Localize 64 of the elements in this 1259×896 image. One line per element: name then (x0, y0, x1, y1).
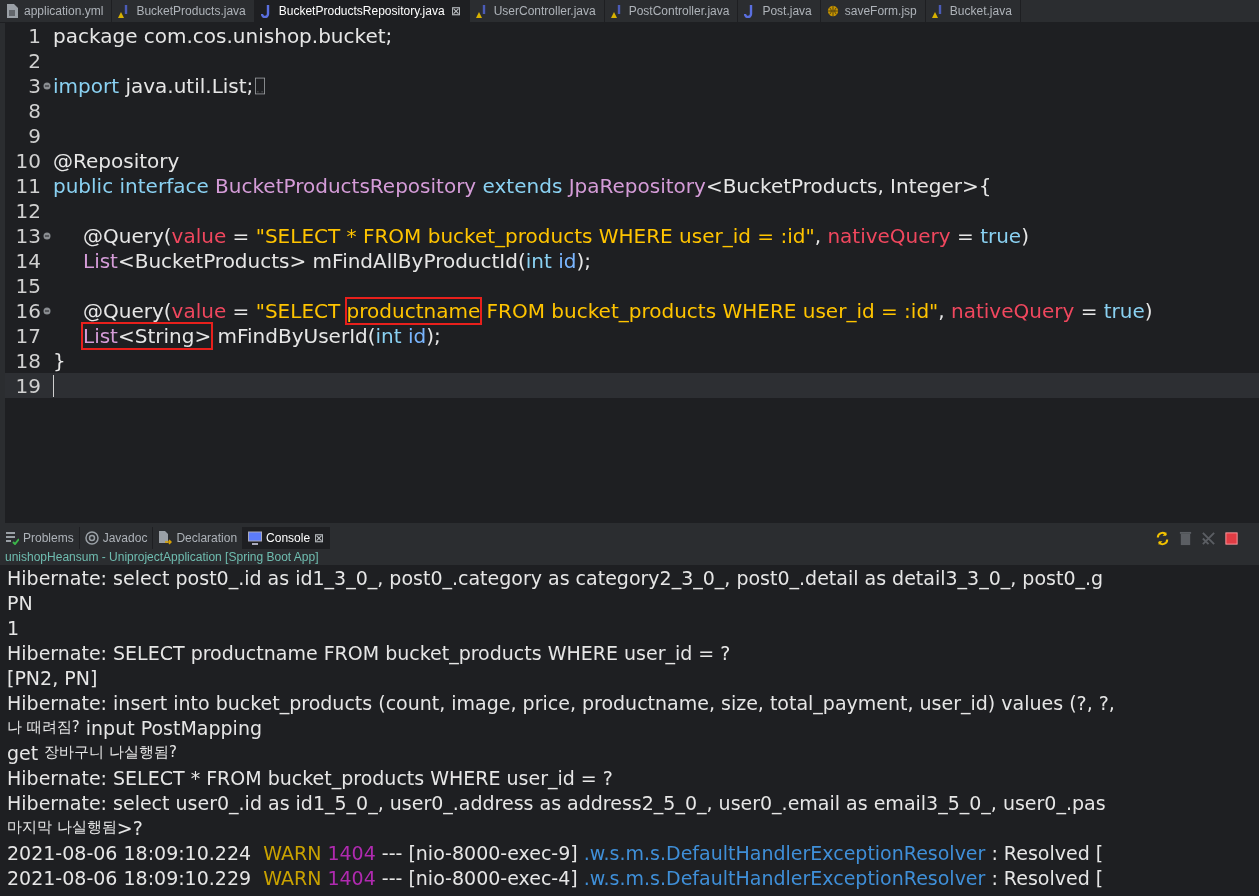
fold-icon[interactable] (43, 81, 51, 90)
java-warning-icon (610, 4, 623, 18)
globe-icon (826, 4, 839, 18)
java-warning-icon (931, 4, 944, 18)
code-line: List<String> mFindByUserId(int id); (82, 323, 441, 348)
console-line: 2021-08-06 18:09:10.224 WARN 1404 --- [nio-8000-exec-9] .w.s.m.s.DefaultHandlerExceptionResolver : Resolved [ (7, 840, 1105, 865)
editor-tab[interactable]: saveForm.jsp (820, 0, 926, 22)
console-line: 1 (7, 615, 21, 640)
monitor-icon (248, 531, 263, 545)
panel-tab[interactable]: Console ⊠ (243, 527, 331, 549)
code-line: import java.util.List; (53, 73, 254, 98)
close-icon[interactable]: ⊠ (314, 531, 325, 545)
console-line: PN (7, 590, 34, 615)
refresh-icon[interactable] (1155, 530, 1170, 546)
code-line: package com.cos.unishop.bucket; (53, 23, 393, 48)
code-line: @Query(value = "SELECT * FROM bucket_products WHERE user_id = :id", nativeQuery = true) (82, 223, 1029, 248)
console-line: Hibernate: SELECT productname FROM bucket_products WHERE user_id = ? (7, 640, 732, 665)
line-number: 2 (27, 48, 41, 73)
folded-code-icon[interactable] (255, 76, 266, 95)
line-number: 8 (27, 98, 41, 123)
at-sign-icon (84, 531, 99, 545)
console-line: 2021-08-06 18:09:10.229 WARN 1404 --- [nio-8000-exec-4] .w.s.m.s.DefaultHandlerExceptionResolver : Resolved [ (7, 865, 1105, 890)
editor-tab[interactable]: Bucket.java (925, 0, 1021, 22)
code-line: List<BucketProducts> mFindAllByProductId(int id); (82, 248, 591, 273)
line-number: 18 (14, 348, 41, 373)
editor-tab[interactable]: UserController.java (469, 0, 605, 22)
line-number: 14 (14, 248, 41, 273)
line-number: 1 (27, 23, 41, 48)
console-line: 마지막 나실행됨>? (7, 815, 144, 840)
console-title: unishopHeansum - UniprojectApplication [Spring Boot App] (0, 549, 1259, 565)
line-number: 3 (27, 73, 41, 98)
editor-tab[interactable]: application.yml (0, 0, 113, 22)
editor-tab[interactable]: BucketProducts.java (112, 0, 255, 22)
code-line: @Query(value = "SELECT productname FROM bucket_products WHERE user_id = :id", nativeQuery = true) (82, 298, 1153, 323)
code-line: } (53, 348, 66, 373)
file-icon (6, 4, 18, 18)
close-icon[interactable]: ⊠ (450, 4, 461, 18)
problems-icon (5, 531, 19, 545)
line-number: 19 (14, 373, 41, 398)
console-line: [PN2, PN] (7, 665, 99, 690)
console-line: 나 때려짐? input PostMapping (7, 715, 263, 740)
fold-icon[interactable] (43, 306, 51, 315)
line-number: 10 (14, 148, 41, 173)
stop-icon[interactable] (1224, 530, 1239, 546)
line-number: 9 (27, 123, 41, 148)
line-number: 15 (14, 273, 41, 298)
console-line: Hibernate: insert into bucket_products (count, image, price, productname, size, total_payment, user_id) values (?, ?, (7, 690, 1116, 715)
console-line: get 장바구니 나실행됨? (7, 740, 178, 765)
console-line: Hibernate: SELECT * FROM bucket_products WHERE user_id = ? (7, 765, 614, 790)
line-number: 16 (14, 298, 41, 323)
editor-tab[interactable]: BucketProductsRepository.java ⊠ (254, 0, 470, 22)
line-number: 17 (14, 323, 41, 348)
editor-tab[interactable]: PostController.java (604, 0, 739, 22)
fold-icon[interactable] (43, 231, 51, 240)
code-line: @Repository (53, 148, 180, 173)
editor-tab[interactable]: Post.java (738, 0, 821, 22)
line-number: 13 (14, 223, 41, 248)
line-number: 11 (14, 173, 41, 198)
document-arrow-icon (158, 531, 173, 545)
line-number: 12 (14, 198, 41, 223)
code-line: public interface BucketProductsRepository extends JpaRepository<BucketProducts, Integer>{ (53, 173, 992, 198)
java-warning-icon (475, 4, 488, 18)
console-line: Hibernate: select post0_.id as id1_3_0_, post0_.category as category2_3_0_, post0_.detail as detail3_3_0_, post0_.g (7, 565, 1105, 590)
console-line: Hibernate: select user0_.id as id1_5_0_, user0_.address as address2_5_0_, user0_.email as email3_5_0_, user0_.pas (7, 790, 1107, 815)
